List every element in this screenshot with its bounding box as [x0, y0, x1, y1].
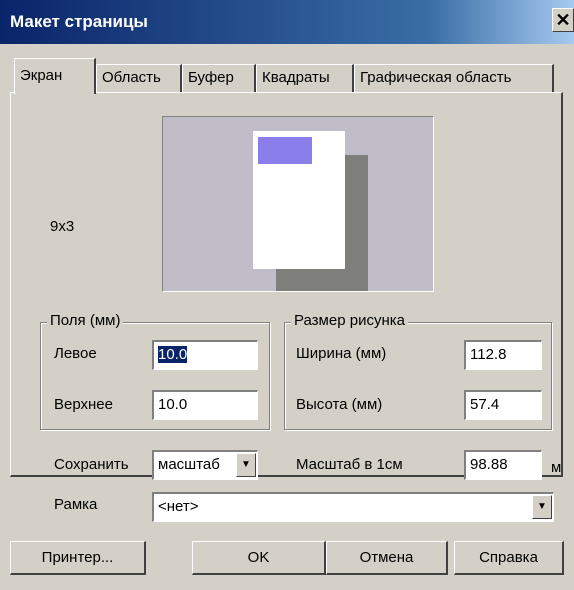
height-input[interactable]: 57.4	[464, 390, 542, 420]
tab-graphic-area[interactable]: Графическая область	[354, 64, 554, 92]
image-placement	[258, 137, 312, 164]
window-title: Макет страницы	[10, 12, 148, 31]
frame-label: Рамка	[54, 496, 98, 513]
close-icon: ✕	[555, 10, 571, 30]
close-button[interactable]: ✕	[552, 8, 574, 32]
save-label: Сохранить	[54, 456, 129, 473]
width-input[interactable]: 112.8	[464, 340, 542, 370]
cancel-button[interactable]: Отмена	[326, 541, 448, 575]
height-label: Высота (мм)	[296, 396, 383, 413]
save-select[interactable]: масштаб ▼	[152, 450, 258, 480]
help-button[interactable]: Справка	[454, 541, 564, 575]
scale-label: Масштаб в 1см	[296, 456, 403, 473]
left-margin-value: 10.0	[158, 346, 188, 363]
frame-value: <нет>	[158, 498, 199, 515]
top-margin-label: Верхнее	[54, 396, 113, 413]
left-margin-label: Левое	[54, 345, 97, 362]
chevron-down-icon[interactable]: ▼	[532, 495, 552, 519]
tab-area[interactable]: Область	[96, 64, 182, 92]
left-margin-input[interactable]: 10.0	[152, 340, 258, 370]
tab-squares[interactable]: Квадраты	[256, 64, 354, 92]
save-value: масштаб	[158, 456, 220, 473]
grid-label: 9x3	[50, 218, 75, 235]
chevron-down-icon[interactable]: ▼	[236, 453, 256, 477]
top-margin-input[interactable]: 10.0	[152, 390, 258, 420]
scale-unit: м	[551, 459, 562, 476]
image-size-legend: Размер рисунка	[291, 312, 408, 329]
width-label: Ширина (мм)	[296, 345, 387, 362]
printer-button[interactable]: Принтер...	[10, 541, 146, 575]
margins-legend: Поля (мм)	[47, 312, 124, 329]
tab-buffer[interactable]: Буфер	[182, 64, 256, 92]
title-bar: Макет страницы ✕	[0, 0, 574, 44]
tab-screen[interactable]: Экран	[14, 58, 96, 94]
page-preview	[162, 116, 434, 292]
ok-button[interactable]: OK	[192, 541, 326, 575]
scale-input[interactable]: 98.88	[464, 450, 542, 480]
frame-select[interactable]: <нет> ▼	[152, 492, 554, 522]
